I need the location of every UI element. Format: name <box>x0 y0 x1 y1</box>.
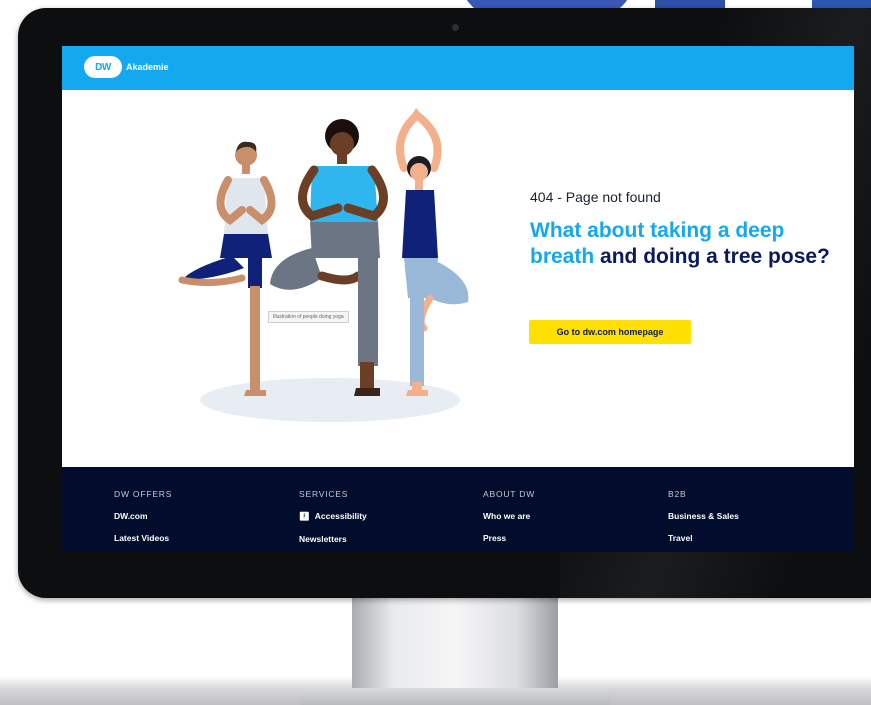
yoga-illustration <box>178 108 469 422</box>
footer-column-about-dw: ABOUT DW Who we are Press <box>483 489 535 552</box>
footer-link-business-sales[interactable]: Business & Sales <box>668 511 739 521</box>
footer-link-dw-com[interactable]: DW.com <box>114 511 172 521</box>
go-to-homepage-button[interactable]: Go to dw.com homepage <box>529 320 691 344</box>
footer-link-label: Accessibility <box>314 511 367 521</box>
footer-link-accessibility[interactable]: 🚹︎ Accessibility <box>299 511 367 522</box>
headline-rest: and doing a tree pose? <box>594 245 830 268</box>
site-header: DW Akademie <box>62 46 854 90</box>
footer-heading: B2B <box>668 489 687 499</box>
footer-link-newsletters[interactable]: Newsletters <box>299 534 367 544</box>
webcam-icon <box>452 24 459 31</box>
footer-column-b2b: B2B Business & Sales Travel <box>668 489 739 552</box>
monitor-stand-base <box>300 688 610 705</box>
monitor-stand <box>352 596 558 696</box>
dw-logo-icon: DW <box>84 56 122 78</box>
dw-akademie-logo[interactable]: DW Akademie <box>84 56 169 78</box>
person-middle <box>270 119 388 396</box>
footer-link-travel[interactable]: Travel <box>668 533 739 543</box>
footer-heading: ABOUT DW <box>483 489 536 499</box>
page-headline: What about taking a deep breath and doin… <box>530 218 850 270</box>
browser-viewport: DW Akademie Illustration of people doing… <box>62 46 854 552</box>
footer-link-latest-videos[interactable]: Latest Videos <box>114 533 172 543</box>
person-left <box>178 141 276 396</box>
footer-heading: SERVICES <box>299 489 349 499</box>
person-right <box>396 108 469 396</box>
footer-link-who-we-are[interactable]: Who we are <box>483 511 535 521</box>
footer-link-press[interactable]: Press <box>483 533 535 543</box>
footer-column-services: SERVICES 🚹︎ Accessibility Newsletters <box>299 489 367 552</box>
site-footer: DW OFFERS DW.com Latest Videos SERVICES … <box>62 467 854 552</box>
footer-heading: DW OFFERS <box>114 489 173 499</box>
footer-column-dw-offers: DW OFFERS DW.com Latest Videos <box>114 489 172 552</box>
accessibility-icon: 🚹︎ <box>299 511 310 521</box>
logo-text: Akademie <box>126 62 169 72</box>
error-code-text: 404 - Page not found <box>530 189 661 205</box>
illustration-alt-tooltip: Illustration of people doing yoga <box>268 311 349 323</box>
